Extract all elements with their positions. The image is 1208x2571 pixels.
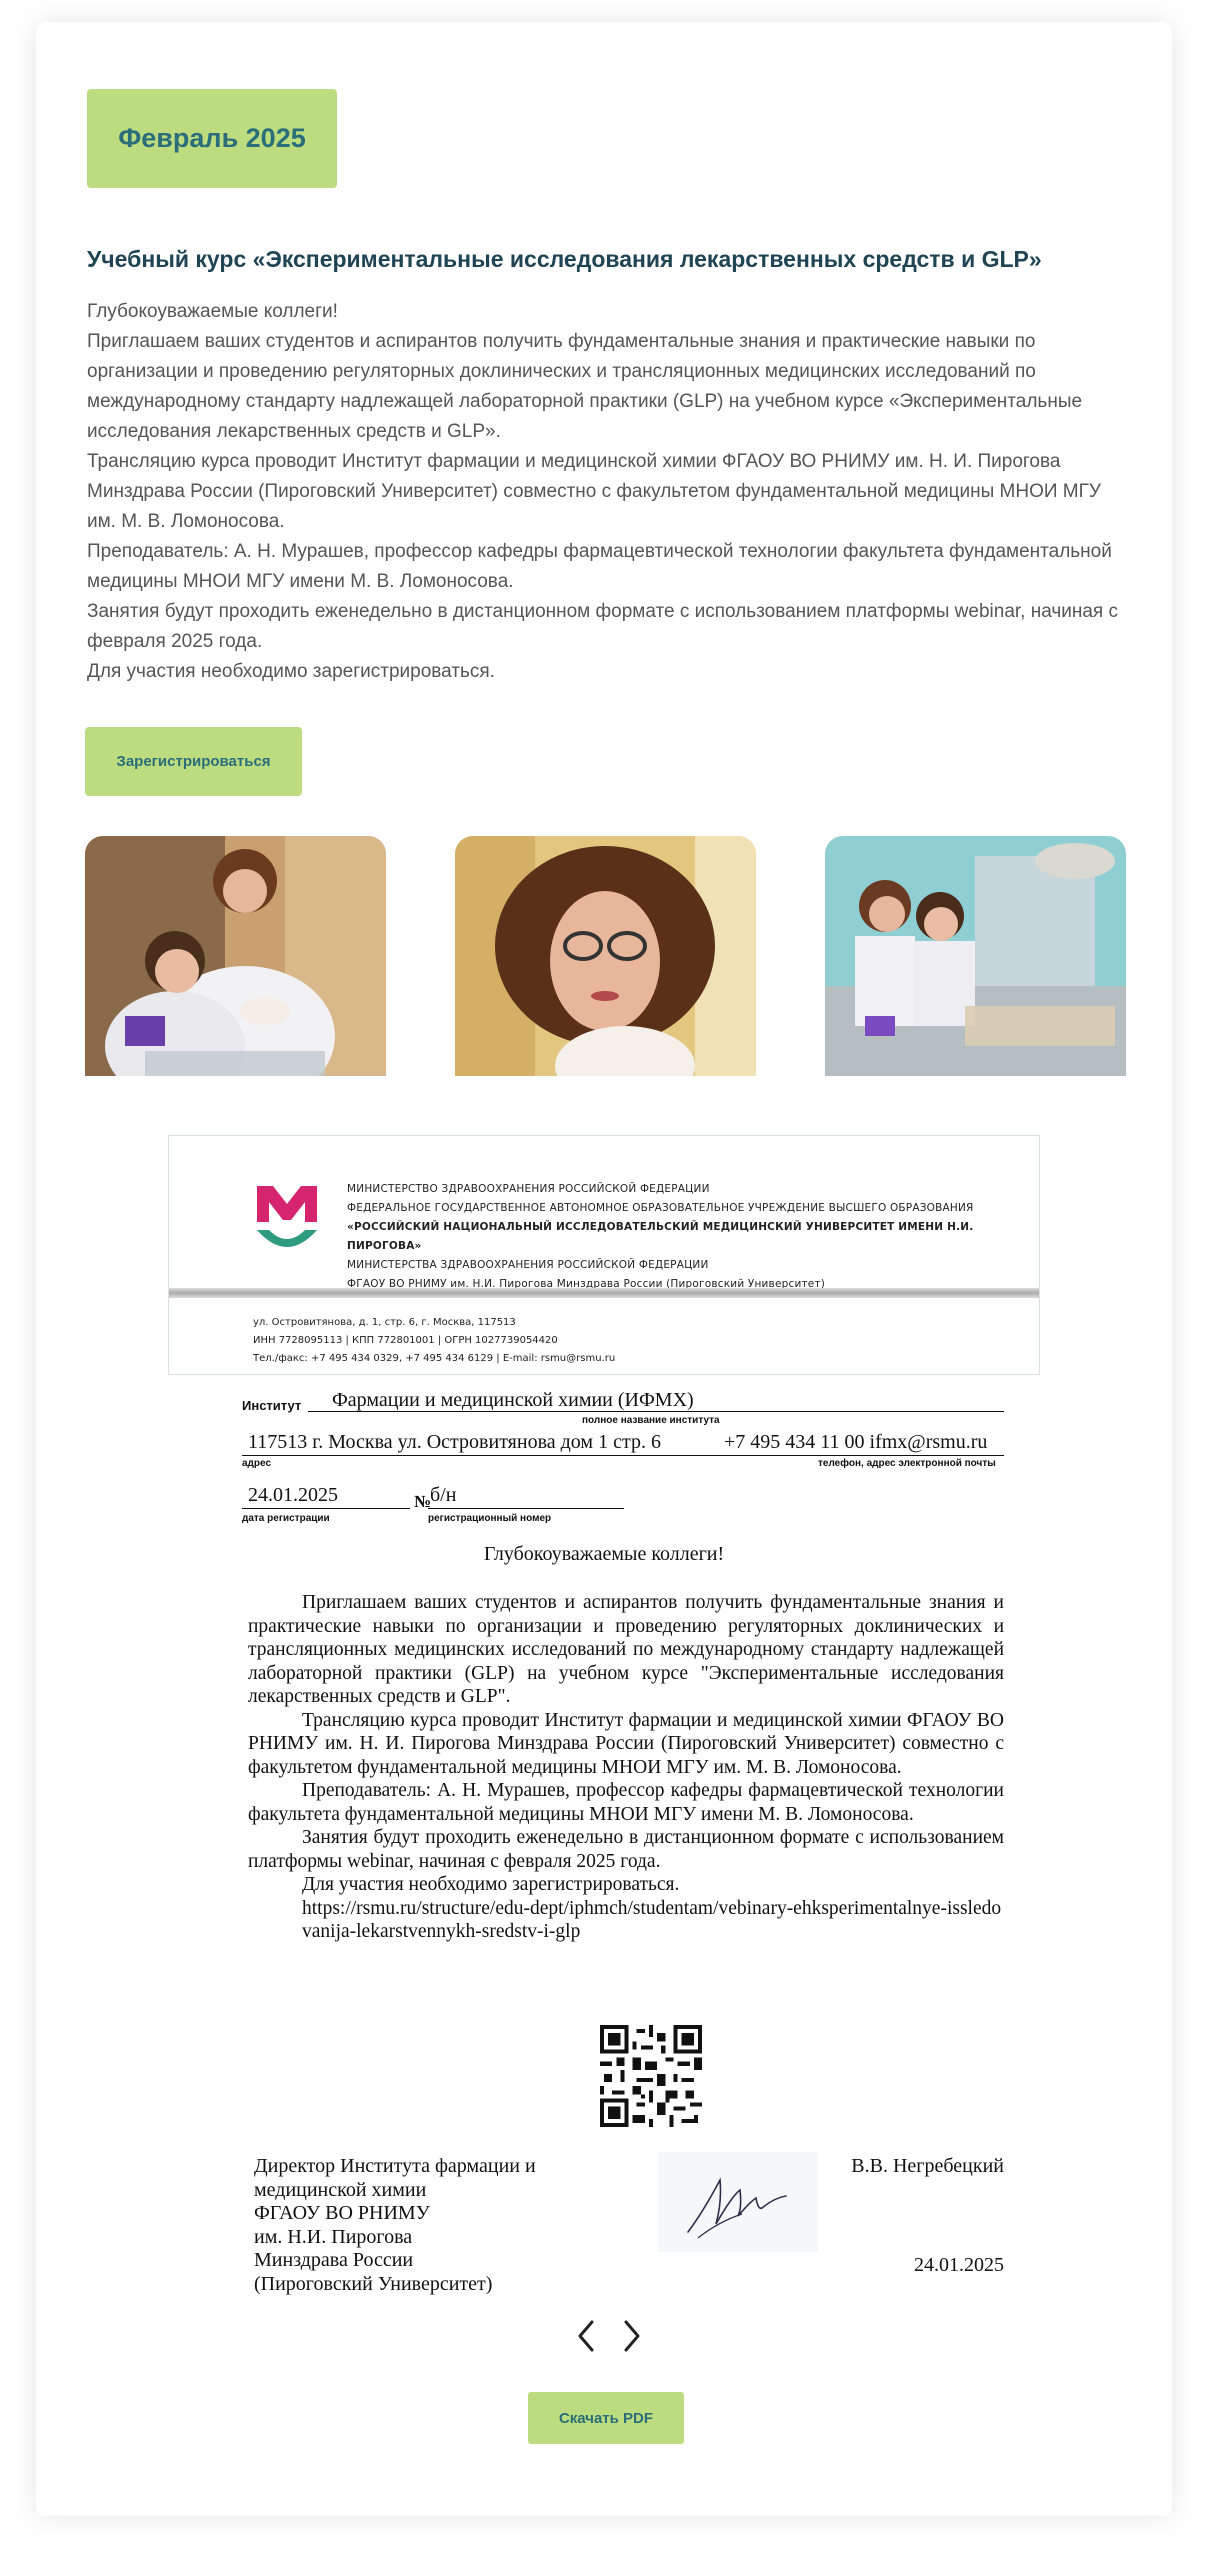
signer-position-line: ФГАОУ ВО РНИМУ	[254, 2202, 430, 2224]
address-value: 117513 г. Москва ул. Островитянова дом 1…	[248, 1431, 661, 1453]
phone-value: +7 495 434 11 00 ifmx@rsmu.ru	[724, 1431, 988, 1453]
description-paragraph: Преподаватель: А. Н. Мурашев, профессор …	[87, 541, 1112, 592]
reg-date-caption: дата регистрации	[242, 1513, 330, 1524]
letterhead-text: МИНИСТЕРСТВО ЗДРАВООХРАНЕНИЯ РОССИЙСКОЙ …	[347, 1180, 1039, 1294]
letter-paragraph: Для участия необходимо зарегистрироватьс…	[302, 1874, 680, 1895]
date-badge-label: Февраль 2025	[118, 123, 306, 153]
letterhead: МИНИСТЕРСТВО ЗДРАВООХРАНЕНИЯ РОССИЙСКОЙ …	[168, 1135, 1040, 1375]
institute-value: Фармации и медицинской химии (ИФМХ)	[332, 1389, 694, 1411]
address-line: ул. Островитянова, д. 1, стр. 6, г. Моск…	[253, 1317, 516, 1328]
letterhead-line: МИНИСТЕРСТВО ЗДРАВООХРАНЕНИЯ РОССИЙСКОЙ …	[347, 1183, 710, 1195]
description-paragraph: Занятия будут проходить еженедельно в ди…	[87, 601, 1119, 652]
handwritten-signature	[658, 2152, 818, 2252]
letter-paragraph: Приглашаем ваших студентов и аспирантов …	[248, 1592, 1004, 1707]
address-line: ИНН 7728095113 | КПП 772801001 | ОГРН 10…	[253, 1335, 558, 1346]
register-button-label: Зарегистрироваться	[116, 753, 271, 770]
letterhead-line: ФЕДЕРАЛЬНОЕ ГОСУДАРСТВЕННОЕ АВТОНОМНОЕ О…	[347, 1202, 974, 1214]
letter-link: https://rsmu.ru/structure/edu-dept/iphmc…	[302, 1897, 1002, 1943]
institute-caption: полное название института	[582, 1415, 720, 1426]
letter-paragraph: Трансляцию курса проводит Институт фарма…	[248, 1709, 1004, 1778]
letterhead-line: «РОССИЙСКИЙ НАЦИОНАЛЬНЫЙ ИССЛЕДОВАТЕЛЬСК…	[347, 1221, 974, 1252]
register-button[interactable]: Зарегистрироваться	[85, 727, 302, 796]
course-title: Учебный курс «Экспериментальные исследов…	[87, 246, 1042, 272]
description-paragraph: Трансляцию курса проводит Институт фарма…	[87, 451, 1101, 532]
signer-position-line: медицинской химии	[254, 2178, 427, 2201]
university-logo	[251, 1178, 323, 1261]
signer-name: В.В. Негребецкий	[851, 2155, 1004, 2177]
underline	[242, 1455, 1004, 1456]
download-pdf-label: Скачать PDF	[558, 2409, 654, 2427]
phone-caption: телефон, адрес электронной почты	[818, 1458, 996, 1469]
signer-position-line: Директор Института фармации и	[254, 2155, 536, 2177]
pager	[574, 2318, 644, 2354]
letter-body: Приглашаем ваших студентов и аспирантов …	[248, 1591, 1004, 1944]
official-letter: МИНИСТЕРСТВО ЗДРАВООХРАНЕНИЯ РОССИЙСКОЙ …	[168, 1135, 1040, 2375]
underline	[308, 1411, 1004, 1412]
description-paragraph: Для участия необходимо зарегистрироватьс…	[87, 661, 495, 682]
signer-position-line: (Пироговский Университет)	[254, 2272, 493, 2295]
reg-num-label: №	[414, 1492, 432, 1511]
letter-paragraph: Занятия будут проходить еженедельно в ди…	[248, 1827, 1004, 1872]
photo-students-with-rat	[85, 836, 386, 1076]
letterhead-address: ул. Островитянова, д. 1, стр. 6, г. Моск…	[253, 1314, 615, 1368]
address-caption: адрес	[242, 1458, 272, 1469]
reg-num-value: б/н	[430, 1484, 457, 1506]
letterhead-divider	[169, 1288, 1039, 1298]
letter-greeting: Глубокоуважаемые коллеги!	[483, 1543, 725, 1565]
sign-date: 24.01.2025	[914, 2254, 1004, 2276]
chevron-left-icon[interactable]	[574, 2318, 598, 2354]
underline	[428, 1508, 624, 1509]
date-badge: Февраль 2025	[87, 89, 337, 188]
description-paragraph: Приглашаем ваших студентов и аспирантов …	[87, 331, 1083, 442]
address-line: Тел./факс: +7 495 434 0329, +7 495 434 6…	[253, 1353, 616, 1364]
institute-label: Институт	[242, 1398, 302, 1413]
reg-num-caption: регистрационный номер	[428, 1513, 552, 1524]
reg-date-value: 24.01.2025	[248, 1484, 338, 1506]
download-pdf-button[interactable]: Скачать PDF	[528, 2392, 684, 2444]
description-paragraph: Глубокоуважаемые коллеги!	[87, 301, 338, 322]
letterhead-line: МИНИСТЕРСТВА ЗДРАВООХРАНЕНИЯ РОССИЙСКОЙ …	[347, 1259, 709, 1271]
photo-student-portrait	[455, 836, 756, 1076]
signer-position-line: им. Н.И. Пирогова	[254, 2225, 413, 2248]
chevron-right-icon[interactable]	[620, 2318, 644, 2354]
signer-position-line: Минздрава России	[254, 2249, 414, 2271]
underline	[242, 1508, 410, 1509]
letter-paragraph: Преподаватель: А. Н. Мурашев, профессор …	[248, 1780, 1004, 1825]
signer-position: Директор Института фармации и медицинско…	[254, 2155, 536, 2296]
photo-lab-scene	[825, 836, 1126, 1076]
course-description: Глубокоуважаемые коллеги! Приглашаем ваш…	[87, 297, 1127, 687]
qr-code	[600, 2025, 702, 2127]
